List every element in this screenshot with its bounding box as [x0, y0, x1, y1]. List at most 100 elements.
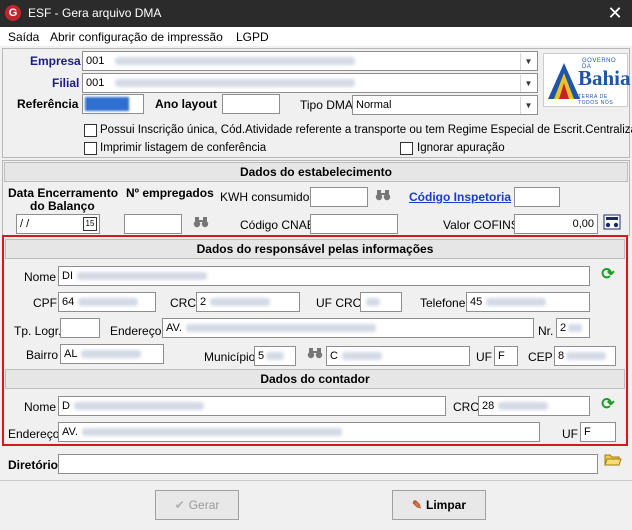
referencia-label: Referência [17, 97, 79, 111]
filial-combo[interactable]: 001 ▼ [82, 73, 538, 93]
resp-bairro-field[interactable]: AL [60, 344, 164, 364]
resp-crc-label: CRC [170, 296, 196, 310]
resp-cpf-value: 64 [62, 296, 75, 308]
resp-nr-label: Nr. [538, 324, 554, 338]
cont-crc-label: CRC [453, 400, 479, 414]
chevron-down-icon[interactable]: ▼ [520, 53, 536, 70]
menu-lgpd[interactable]: LGPD [236, 30, 269, 44]
tipo-dma-label: Tipo DMA [300, 98, 353, 112]
resp-telefone-field[interactable]: 45 [466, 292, 590, 312]
resp-cep-field[interactable]: 8 [554, 346, 616, 366]
bahia-logo-triangle-icon [548, 63, 580, 99]
close-icon[interactable]: ✕ [604, 2, 626, 24]
numero-empregados-field[interactable] [124, 214, 182, 234]
cont-endereco-value: AV. [62, 426, 78, 438]
numero-empregados-label: Nº empregados [126, 186, 214, 200]
diretorio-label: Diretório [8, 458, 59, 472]
refresh-icon[interactable]: ⟳ [597, 265, 619, 285]
gerar-button[interactable]: ✔ Gerar [155, 490, 239, 520]
ignorar-apuracao-label: Ignorar apuração [417, 142, 505, 154]
cont-endereco-label: Endereço [8, 427, 60, 441]
diretorio-field[interactable] [58, 454, 598, 474]
binoculars-icon[interactable] [372, 187, 394, 207]
cont-uf-value: F [584, 426, 591, 438]
resp-nome-label: Nome [24, 270, 57, 284]
resp-cpf-field[interactable]: 64 [58, 292, 156, 312]
resp-municipio-name-field[interactable]: C [326, 346, 470, 366]
empresa-combo[interactable]: 001 ▼ [82, 51, 538, 71]
resp-uf-crc-field[interactable] [360, 292, 402, 312]
data-balanco-label: do Balanço [30, 199, 95, 213]
cont-crc-field[interactable]: 28 [478, 396, 590, 416]
imprimir-listagem-checkbox[interactable] [84, 142, 97, 155]
resp-telefone-label: Telefone [420, 296, 466, 310]
resp-uf-label: UF [476, 350, 492, 364]
resp-tp-logr-field[interactable] [60, 318, 100, 338]
estabelecimento-title: Dados do estabelecimento [4, 162, 628, 182]
chevron-down-icon[interactable]: ▼ [520, 75, 536, 92]
resp-municipio-code-value: 5 [258, 350, 265, 362]
inscricao-unica-checkbox[interactable] [84, 124, 97, 137]
codigo-inspetoria-field[interactable] [514, 187, 560, 207]
limpar-button[interactable]: ✎ Limpar [392, 490, 486, 520]
tipo-dma-select[interactable]: Normal ▼ [352, 95, 538, 115]
resp-endereco-label: Endereço [110, 324, 162, 338]
ano-layout-label: Ano layout [155, 97, 217, 111]
filial-label: Filial [52, 76, 80, 90]
resp-nome-field[interactable]: DI [58, 266, 590, 286]
data-encerramento-field[interactable]: / / 15 [16, 214, 100, 234]
codigo-inspetoria-link[interactable]: Código Inspetoria [409, 190, 511, 204]
filial-name-blurred [115, 79, 356, 88]
valor-cofins-field[interactable]: 0,00 [514, 214, 598, 234]
governo-bahia-logo: GOVERNO DA Bahia TERRA DE TODOS NÓS [543, 53, 631, 107]
resp-uf-field[interactable]: F [494, 346, 518, 366]
empresa-value: 001 [86, 55, 105, 67]
kwh-label: KWH consumidos [220, 190, 316, 204]
calendar-icon[interactable]: 15 [83, 217, 97, 231]
folder-open-icon[interactable] [602, 453, 624, 473]
gerar-button-label: Gerar [188, 498, 220, 512]
codigo-cnae-label: Código CNAE [240, 218, 315, 232]
referencia-field[interactable] [82, 94, 144, 114]
window-title: ESF - Gera arquivo DMA [28, 6, 162, 20]
resp-uf-value: F [498, 350, 505, 362]
eraser-icon: ✎ [411, 498, 423, 512]
imprimir-listagem-label: Imprimir listagem de conferência [100, 142, 267, 154]
tipo-dma-value: Normal [356, 99, 392, 111]
menu-saida[interactable]: Saída [8, 30, 39, 44]
cont-endereco-field[interactable]: AV. [58, 422, 540, 442]
filial-value: 001 [86, 77, 105, 89]
resp-municipio-code-field[interactable]: 5 [254, 346, 296, 366]
resp-municipio-name-value: C [330, 350, 338, 362]
cont-nome-field[interactable]: D [58, 396, 446, 416]
cont-uf-field[interactable]: F [580, 422, 616, 442]
check-icon: ✔ [174, 498, 185, 512]
cont-crc-value: 28 [482, 400, 495, 412]
resp-endereco-field[interactable]: AV. [162, 318, 534, 338]
kwh-field[interactable] [310, 187, 368, 207]
resp-uf-crc-label: UF CRC [316, 296, 362, 310]
binoculars-icon[interactable] [304, 345, 326, 365]
calculator-icon[interactable] [601, 214, 623, 234]
resp-crc-field[interactable]: 2 [196, 292, 300, 312]
cont-nome-label: Nome [24, 400, 57, 414]
resp-nome-value: DI [62, 270, 73, 282]
resp-telefone-value: 45 [470, 296, 483, 308]
referencia-selection [85, 97, 129, 111]
refresh-icon[interactable]: ⟳ [597, 395, 619, 415]
codigo-cnae-field[interactable] [310, 214, 398, 234]
data-encerramento-value: / / [20, 218, 30, 230]
chevron-down-icon[interactable]: ▼ [520, 97, 536, 114]
responsavel-title: Dados do responsável pelas informações [5, 239, 625, 259]
app-logo-icon: G [5, 5, 21, 21]
binoculars-icon[interactable] [190, 214, 212, 234]
ignorar-apuracao-checkbox[interactable] [400, 142, 413, 155]
ano-layout-field[interactable] [222, 94, 280, 114]
resp-tp-logr-label: Tp. Logr. [14, 324, 62, 338]
menu-abrir-configuracao[interactable]: Abrir configuração de impressão [50, 30, 223, 44]
bottom-divider [0, 480, 632, 481]
resp-nr-field[interactable]: 2 [556, 318, 590, 338]
data-encerramento-label: Data Encerramento [8, 186, 119, 200]
empresa-label: Empresa [30, 54, 81, 68]
resp-bairro-value: AL [64, 348, 78, 360]
